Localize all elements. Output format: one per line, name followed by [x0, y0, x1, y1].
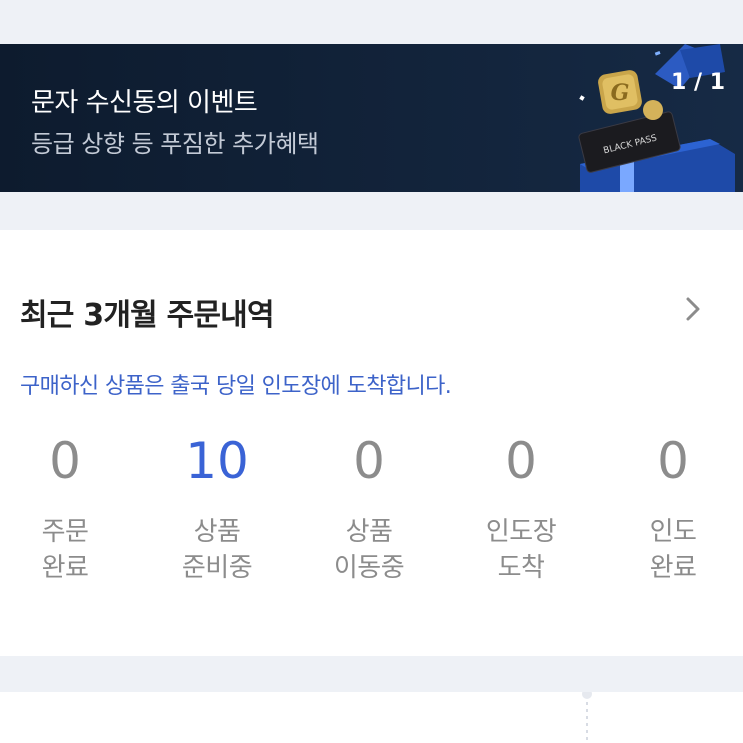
- step-preparing[interactable]: 10 상품 준비중: [147, 426, 287, 586]
- step-label: 주문 완료: [41, 517, 89, 583]
- banner-subtitle: 등급 상향 등 푸짐한 추가혜택: [31, 130, 319, 158]
- step-count: 10: [185, 432, 249, 490]
- step-count: 0: [49, 432, 81, 490]
- arrival-notice: 구매하신 상품은 출국 당일 인도장에 도착합니다.: [20, 374, 452, 399]
- dotted-line-decoration: [582, 692, 592, 743]
- gold-g-coin-icon: G: [598, 70, 663, 120]
- banner-title: 문자 수신동의 이벤트: [31, 88, 258, 118]
- step-count: 0: [353, 432, 385, 490]
- event-banner[interactable]: 문자 수신동의 이벤트 등급 상향 등 푸짐한 추가혜택 BLACK PASS …: [0, 44, 743, 192]
- order-status-steps: 0 주문 완료 10 상품 준비중 0 상품 이동중 0 인도장 도착 0 인도…: [0, 426, 743, 606]
- step-label: 인도 완료: [649, 517, 697, 583]
- step-delivered[interactable]: 0 인도 완료: [603, 426, 743, 586]
- step-in-transit[interactable]: 0 상품 이동중: [299, 426, 439, 586]
- orders-more-button[interactable]: [676, 292, 710, 326]
- section-divider: [0, 656, 743, 692]
- step-label: 인도장 도착: [485, 517, 557, 583]
- step-count: 0: [505, 432, 537, 490]
- recent-orders-card: 최근 3개월 주문내역 구매하신 상품은 출국 당일 인도장에 도착합니다. 0…: [0, 230, 743, 656]
- top-spacer: [0, 0, 743, 44]
- orders-title: 최근 3개월 주문내역: [20, 298, 275, 333]
- step-order-complete[interactable]: 0 주문 완료: [0, 426, 135, 586]
- step-label: 상품 이동중: [333, 517, 405, 583]
- banner-page-counter: 1 / 1: [671, 70, 725, 95]
- chevron-right-icon: [686, 297, 700, 321]
- step-label: 상품 준비중: [181, 517, 253, 583]
- step-arrived-pickup[interactable]: 0 인도장 도착: [451, 426, 591, 586]
- coin-letter: G: [611, 80, 630, 106]
- banner-illustration: BLACK PASS G: [578, 44, 735, 192]
- next-section-card: [0, 692, 743, 743]
- step-count: 0: [657, 432, 689, 490]
